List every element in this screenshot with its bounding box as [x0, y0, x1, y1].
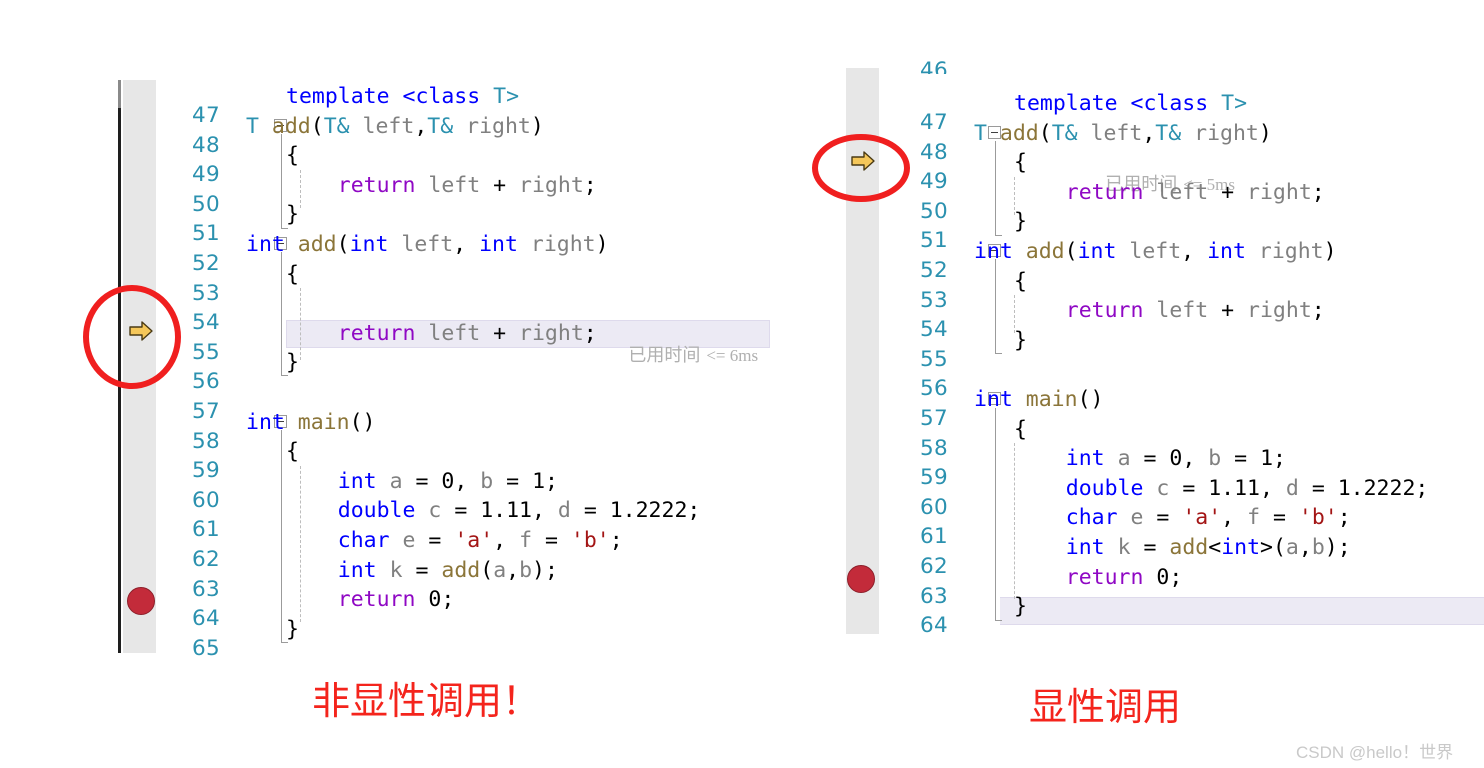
code-line-47: 47 template <class T>: [898, 89, 1484, 135]
code-line-65: 65 }: [172, 615, 792, 661]
line-number: 65: [192, 635, 220, 661]
code-line-50: 50 return left + right;: [898, 178, 1484, 224]
code-text: }: [286, 616, 299, 642]
code-text: int main(): [246, 409, 376, 435]
code-line-64: 64 return 0;: [172, 585, 792, 631]
code-line-60: 60 int a = 0, b = 1;: [172, 467, 792, 513]
line-number: 64: [920, 613, 948, 639]
code-line-60: 60 double c = 1.11, d = 1.2222;: [898, 474, 1484, 520]
right-highlight-circle: [812, 134, 910, 202]
code-line-62: 62 int k = add<int>(a,b);: [898, 533, 1484, 579]
code-line-51: 51 }: [172, 200, 792, 246]
code-text: double c = 1.11, d = 1.2222;: [1065, 475, 1429, 501]
code-line-52: 52 int add(int left, int right): [898, 237, 1484, 283]
code-line-58: 58 int main(): [172, 408, 792, 454]
code-line-47: 47 template <class T>: [172, 82, 792, 128]
code-text: int main(): [974, 386, 1104, 412]
code-line-62: 62 char e = 'a', f = 'b';: [172, 526, 792, 572]
watermark: CSDN @hello！世界: [1296, 743, 1454, 762]
code-text: {: [1014, 416, 1027, 442]
code-line-51: 51 }: [898, 207, 1484, 253]
code-line-59: 59 int a = 0, b = 1;: [898, 444, 1484, 490]
code-line-58: 58 {: [898, 415, 1484, 461]
code-text: }: [1014, 209, 1027, 235]
code-text: int a = 0, b = 1;: [1065, 446, 1286, 472]
right-code-area[interactable]: 47 template <class T> 48 T add(T& left,T…: [898, 89, 1484, 638]
code-text: {: [286, 143, 299, 169]
left-breakpoint-dot-icon[interactable]: [127, 587, 155, 615]
code-text: char e = 'a', f = 'b';: [337, 527, 623, 553]
code-line-56: 56: [898, 355, 1484, 401]
code-line-61: 61 char e = 'a', f = 'b';: [898, 503, 1484, 549]
left-elapsed-time-annotation: 已用时间 <= 6ms: [594, 323, 758, 389]
code-text: return left + right;: [286, 320, 597, 346]
code-text: return left + right;: [1014, 298, 1325, 324]
code-text: char e = 'a', f = 'b';: [1065, 505, 1351, 531]
code-text: {: [286, 261, 299, 287]
code-text: int k = add<int>(a,b);: [1065, 534, 1351, 560]
code-line-53: 53 {: [172, 260, 792, 306]
code-line-49: 49 { 已用时间 <= 5ms: [898, 148, 1484, 195]
code-text: int add(int left, int right): [974, 238, 1337, 264]
code-text: template <class T>: [286, 84, 520, 109]
code-line-54: 54: [172, 289, 792, 335]
code-text: }: [286, 350, 299, 376]
code-text: {: [286, 439, 299, 465]
code-line-54: 54 return left + right;: [898, 296, 1484, 342]
code-line-48: 48 T add(T& left,T& right): [172, 112, 792, 158]
code-text: double c = 1.11, d = 1.2222;: [337, 498, 701, 524]
code-text: T add(T& left,T& right): [974, 120, 1272, 146]
left-change-bar-top: [118, 80, 121, 108]
code-line-55: 55 }: [898, 326, 1484, 372]
code-text: return 0;: [1014, 564, 1183, 590]
code-line-49: 49 {: [172, 141, 792, 187]
elapsed-label: 已用时间: [628, 345, 701, 366]
code-text: return left + right;: [1014, 179, 1325, 205]
code-line-50: 50 return left + right;: [172, 171, 792, 217]
code-text: template <class T>: [1014, 91, 1248, 116]
code-line-52: 52 int add(int left, int right): [172, 230, 792, 276]
right-breakpoint-dot-icon[interactable]: [847, 565, 875, 593]
code-line-57: 57 int main(): [898, 385, 1484, 431]
code-text: {: [1014, 150, 1027, 176]
code-line-61: 61 double c = 1.11, d = 1.2222;: [172, 496, 792, 542]
code-text: int add(int left, int right): [246, 231, 609, 257]
elapsed-value: <= 6ms: [706, 346, 759, 365]
code-line-48: 48 T add(T& left,T& right): [898, 119, 1484, 165]
right-caption: 显性调用: [1029, 687, 1182, 729]
code-text: }: [1014, 327, 1027, 353]
code-text: int k = add(a,b);: [337, 557, 558, 583]
code-line-63: 63 return 0;: [898, 563, 1484, 609]
left-editor-panel[interactable]: 47 template <class T> 48 T add(T& left,T…: [0, 0, 800, 661]
right-editor-panel[interactable]: 46 47 template <class T> 48 T add(T& lef…: [760, 0, 1484, 660]
screenshot-root: 47 template <class T> 48 T add(T& left,T…: [0, 0, 1484, 768]
right-partial-line-number-46: 46: [920, 60, 948, 74]
code-text: }: [286, 202, 299, 228]
code-line-59: 59 {: [172, 437, 792, 483]
code-text: {: [1014, 268, 1027, 294]
code-text: return left + right;: [286, 172, 597, 198]
code-line-64: 64 }: [898, 592, 1484, 638]
code-line-63: 63 int k = add(a,b);: [172, 556, 792, 602]
code-text: int a = 0, b = 1;: [337, 468, 558, 494]
code-text: T add(T& left,T& right): [246, 113, 544, 139]
code-text: return 0;: [286, 587, 455, 613]
code-text: }: [1014, 594, 1027, 620]
left-highlight-circle: [83, 285, 181, 389]
code-line-53: 53 {: [898, 267, 1484, 313]
left-caption: 非显性调用！: [312, 681, 541, 723]
